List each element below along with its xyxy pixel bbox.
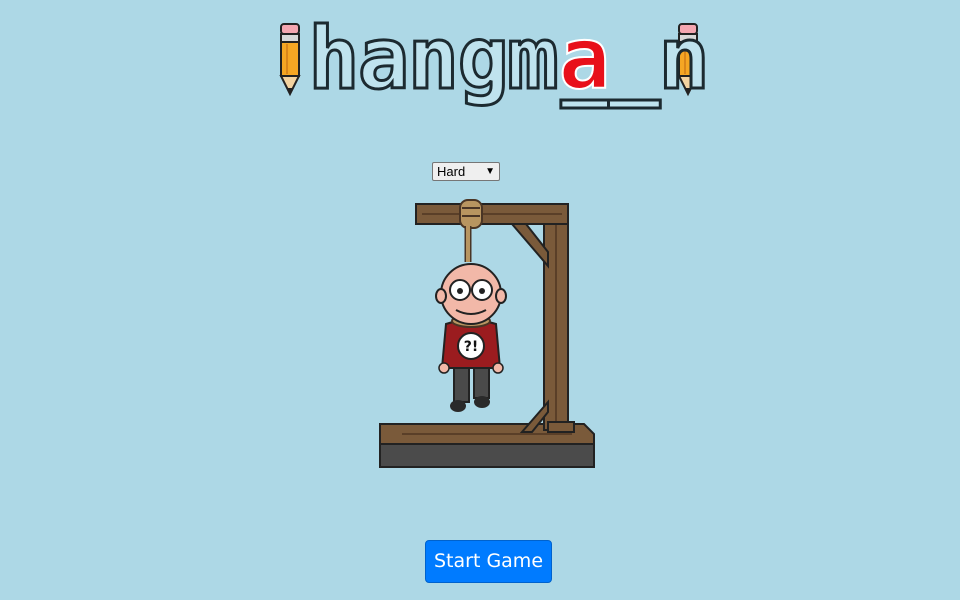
gallows-top-brace bbox=[509, 223, 549, 269]
figure-head bbox=[435, 263, 507, 325]
gallows-graphic: ?! bbox=[379, 199, 595, 468]
start-game-button[interactable]: Start Game bbox=[425, 540, 552, 583]
rope-noose bbox=[459, 199, 483, 262]
title-text: hangm_a_n bbox=[308, 10, 708, 109]
game-title: hangm_a_n bbox=[270, 10, 710, 110]
dropdown-arrow-icon: ▼ bbox=[485, 166, 495, 177]
title-letters-before: hangm bbox=[308, 10, 557, 109]
hanged-man-figure: ?! bbox=[435, 263, 507, 412]
title-revealed-letter: a bbox=[559, 10, 609, 109]
gallows-illustration: ?! bbox=[372, 190, 602, 475]
title-graphic: hangm_a_n bbox=[279, 10, 710, 110]
difficulty-selected-value: Hard bbox=[437, 164, 466, 179]
gallows-beam bbox=[415, 203, 569, 225]
title-letters-after: n bbox=[658, 10, 708, 109]
gallows-post bbox=[543, 203, 575, 433]
difficulty-select[interactable]: Hard ▼ bbox=[432, 162, 500, 181]
game-screen: hangm_a_n Hard ▼ ?! Start Game bbox=[0, 0, 960, 600]
shirt-mark-text: ?! bbox=[464, 339, 479, 355]
pencil-icon-left bbox=[279, 23, 301, 97]
title-blank-2: _ bbox=[608, 10, 660, 109]
